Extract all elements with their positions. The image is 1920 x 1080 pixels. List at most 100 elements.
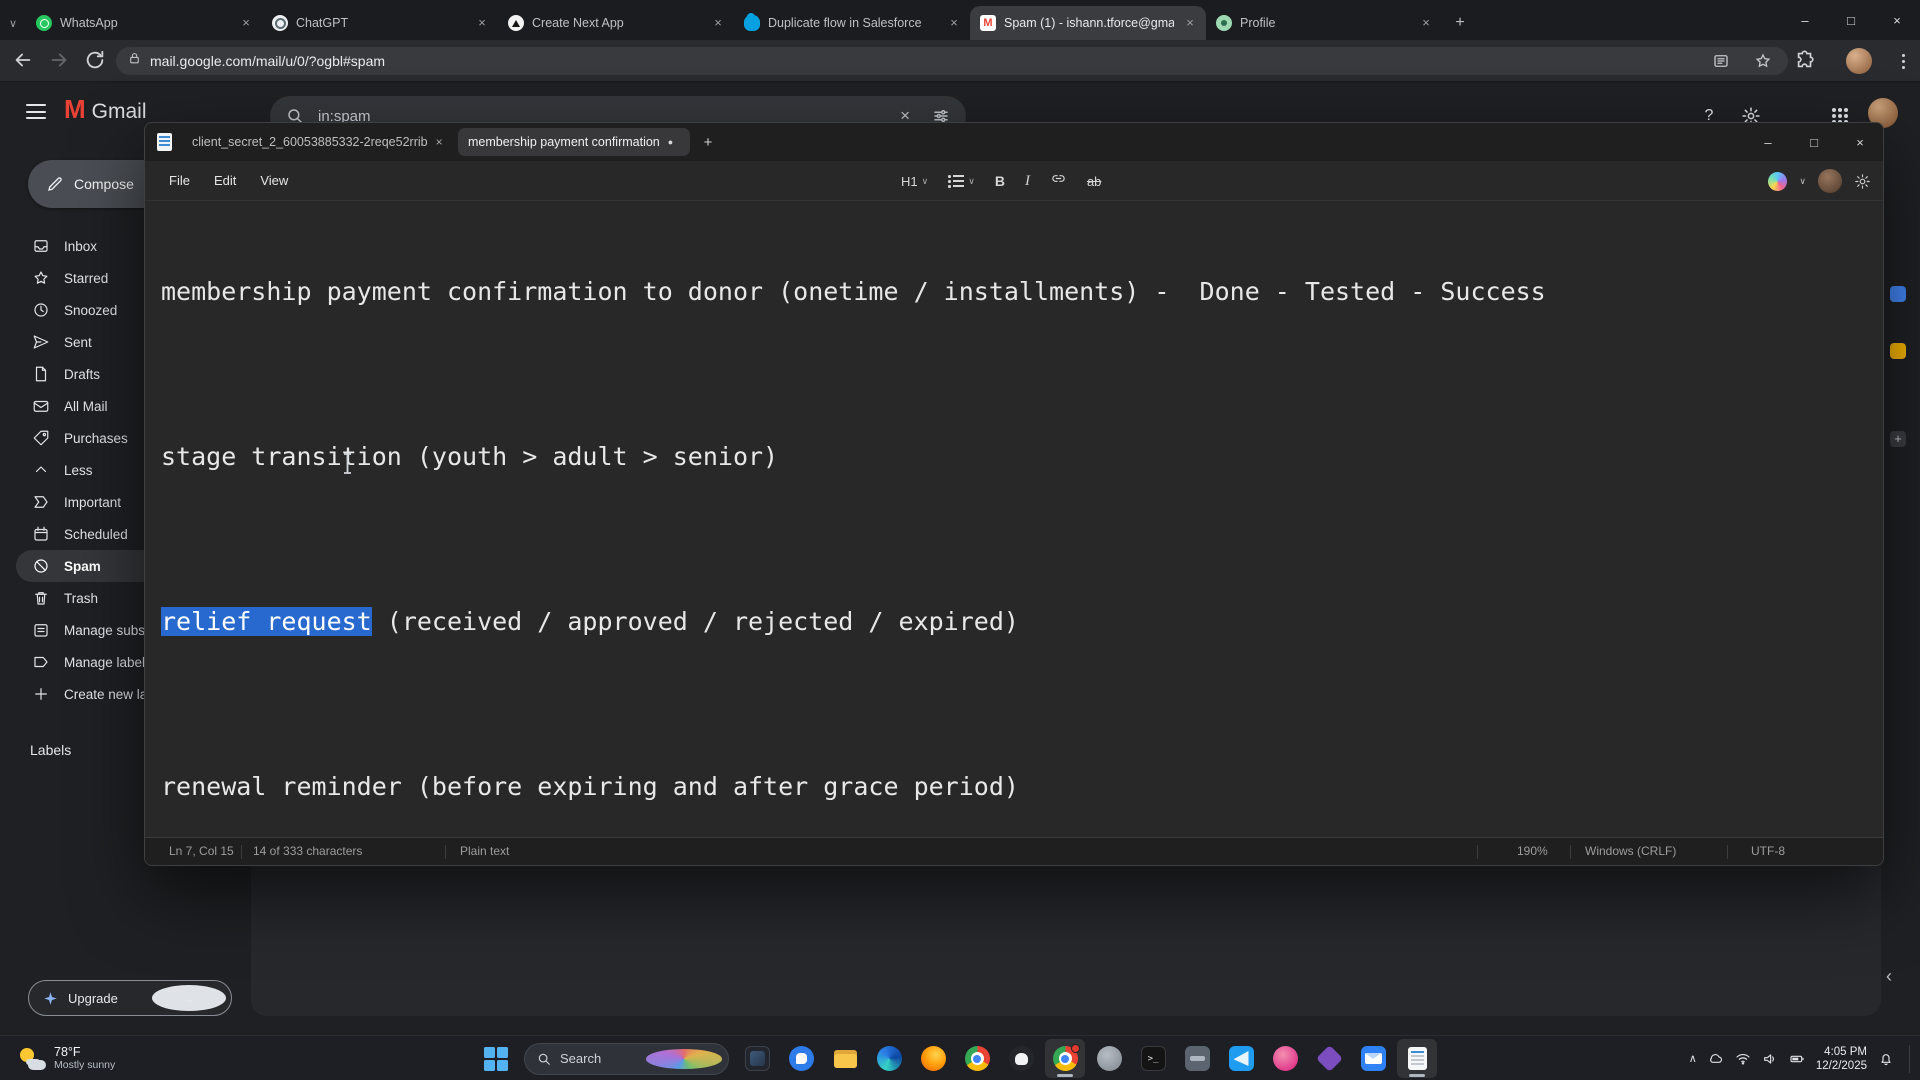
plus-icon — [32, 685, 50, 703]
mail-app-button[interactable] — [1353, 1039, 1393, 1078]
tab-salesforce[interactable]: Duplicate flow in Salesforce × — [734, 6, 970, 40]
file-menu[interactable]: File — [157, 167, 202, 194]
new-document-tab-button[interactable]: + — [694, 128, 722, 156]
text-editor-area[interactable]: membership payment confirmation to donor… — [145, 201, 1883, 837]
maximize-button[interactable]: □ — [1791, 123, 1837, 161]
tab-close-icon[interactable]: × — [710, 15, 726, 31]
tab-chatgpt[interactable]: ChatGPT × — [262, 6, 498, 40]
bookmark-star-icon[interactable] — [1754, 52, 1772, 70]
side-panel-collapse-icon[interactable]: ‹ — [1886, 966, 1892, 987]
heading-dropdown[interactable]: H1 ∨ — [901, 174, 928, 189]
reading-mode-icon[interactable] — [1712, 52, 1730, 70]
site-security-icon[interactable] — [128, 52, 141, 70]
reload-button[interactable] — [84, 49, 108, 73]
nextjs-favicon — [508, 15, 524, 31]
taskbar: 78°F Mostly sunny Search — [0, 1035, 1920, 1080]
minimize-button[interactable]: – — [1782, 0, 1828, 40]
task-view-button[interactable] — [737, 1039, 777, 1078]
chevron-down-icon: ∨ — [922, 176, 929, 187]
italic-button[interactable]: I — [1025, 173, 1030, 190]
notification-badge — [1071, 1044, 1080, 1053]
view-menu[interactable]: View — [248, 167, 300, 194]
notifications-bell-icon[interactable] — [1878, 1051, 1894, 1067]
back-button[interactable] — [12, 49, 36, 73]
clear-formatting-button[interactable]: ab — [1087, 174, 1101, 189]
close-button[interactable]: × — [1874, 0, 1920, 40]
omnibox[interactable]: mail.google.com/mail/u/0/?ogbl#spam — [116, 47, 1788, 75]
tab-close-icon[interactable]: × — [1418, 15, 1434, 31]
get-addons-icon[interactable]: + — [1890, 431, 1906, 447]
tab-close-icon[interactable]: × — [474, 15, 490, 31]
keep-side-panel-icon[interactable] — [1890, 343, 1906, 359]
show-desktop-handle[interactable] — [1909, 1045, 1912, 1073]
terminal-button[interactable]: >_ — [1133, 1039, 1173, 1078]
tab-create-next-app[interactable]: Create Next App × — [498, 6, 734, 40]
draft-file-icon — [32, 365, 50, 383]
tab-profile[interactable]: Profile × — [1206, 6, 1442, 40]
github-desktop-button[interactable] — [1001, 1039, 1041, 1078]
visual-studio-button[interactable] — [1309, 1039, 1349, 1078]
edge-icon — [877, 1046, 902, 1071]
firefox-icon — [921, 1046, 946, 1071]
edge-button[interactable] — [869, 1039, 909, 1078]
notepad-account-avatar[interactable] — [1818, 169, 1842, 193]
tab-close-icon[interactable]: × — [436, 135, 443, 149]
tab-gmail-spam[interactable]: M Spam (1) - ishann.tforce@gma × — [970, 6, 1206, 40]
tab-close-icon[interactable]: × — [946, 15, 962, 31]
minimize-button[interactable]: – — [1745, 123, 1791, 161]
close-button[interactable]: × — [1837, 123, 1883, 161]
edit-menu[interactable]: Edit — [202, 167, 248, 194]
whatsapp-favicon — [36, 15, 52, 31]
taskbar-search[interactable]: Search — [520, 1039, 733, 1078]
star-icon — [32, 269, 50, 287]
line-endings-status: Windows (CRLF) — [1585, 844, 1676, 858]
battery-icon[interactable] — [1789, 1051, 1805, 1067]
tray-overflow-chevron-icon[interactable]: ∧ — [1689, 1052, 1697, 1065]
chrome-secondary-button[interactable] — [957, 1039, 997, 1078]
taskbar-clock[interactable]: 4:05 PM 12/2/2025 — [1816, 1045, 1867, 1073]
notepad-settings-gear-icon[interactable] — [1854, 173, 1871, 190]
notepad-button[interactable] — [1397, 1039, 1437, 1078]
link-button[interactable] — [1050, 170, 1067, 192]
firefox-button[interactable] — [913, 1039, 953, 1078]
upgrade-button[interactable]: Upgrade → — [28, 980, 232, 1016]
desktop: ∨ WhatsApp × ChatGPT × Create Next App ×… — [0, 0, 1920, 1080]
maximize-button[interactable]: □ — [1828, 0, 1874, 40]
notepad-tab-client-secret[interactable]: client_secret_2_60053885332-2reqe52rrib … — [182, 128, 454, 156]
forward-button[interactable] — [48, 49, 72, 73]
browser-menu-icon[interactable] — [1894, 51, 1912, 71]
volume-icon[interactable] — [1762, 1051, 1778, 1067]
paint-app-button[interactable] — [1265, 1039, 1305, 1078]
new-tab-button[interactable]: + — [1446, 9, 1474, 37]
tab-close-icon[interactable]: × — [1182, 15, 1198, 31]
start-button[interactable] — [476, 1039, 516, 1078]
notepad-titlebar[interactable]: client_secret_2_60053885332-2reqe52rrib … — [145, 123, 1883, 161]
calendar-side-panel-icon[interactable] — [1890, 286, 1906, 302]
list-dropdown[interactable]: ∨ — [948, 175, 975, 187]
wifi-icon[interactable] — [1735, 1051, 1751, 1067]
vscode-button[interactable] — [1221, 1039, 1261, 1078]
gray-app-button[interactable] — [1089, 1039, 1129, 1078]
chat-app-button[interactable] — [781, 1039, 821, 1078]
bold-button[interactable]: B — [995, 173, 1005, 189]
tab-search-icon[interactable]: ∨ — [0, 6, 26, 40]
tab-close-icon[interactable]: × — [238, 15, 254, 31]
salesforce-favicon — [744, 15, 760, 31]
chrome-button[interactable] — [1045, 1039, 1085, 1078]
chatgpt-favicon — [272, 15, 288, 31]
inbox-icon — [32, 237, 50, 255]
zoom-level-status[interactable]: 190% — [1517, 844, 1548, 858]
chevron-down-icon[interactable]: ∨ — [1799, 176, 1806, 187]
slate-app-button[interactable] — [1177, 1039, 1217, 1078]
weather-widget[interactable]: 78°F Mostly sunny — [10, 1040, 123, 1077]
copilot-icon[interactable] — [1768, 172, 1787, 191]
browser-profile-avatar[interactable] — [1846, 48, 1872, 74]
notepad-tab-membership[interactable]: membership payment confirmation ● — [458, 128, 690, 156]
url-text[interactable]: mail.google.com/mail/u/0/?ogbl#spam — [150, 53, 385, 69]
onedrive-cloud-icon[interactable] — [1708, 1051, 1724, 1067]
notepad-status-bar: Ln 7, Col 15 14 of 333 characters Plain … — [145, 837, 1883, 865]
tab-whatsapp[interactable]: WhatsApp × — [26, 6, 262, 40]
main-menu-icon[interactable] — [26, 104, 46, 119]
file-explorer-button[interactable] — [825, 1039, 865, 1078]
extensions-puzzle-icon[interactable] — [1794, 49, 1818, 73]
